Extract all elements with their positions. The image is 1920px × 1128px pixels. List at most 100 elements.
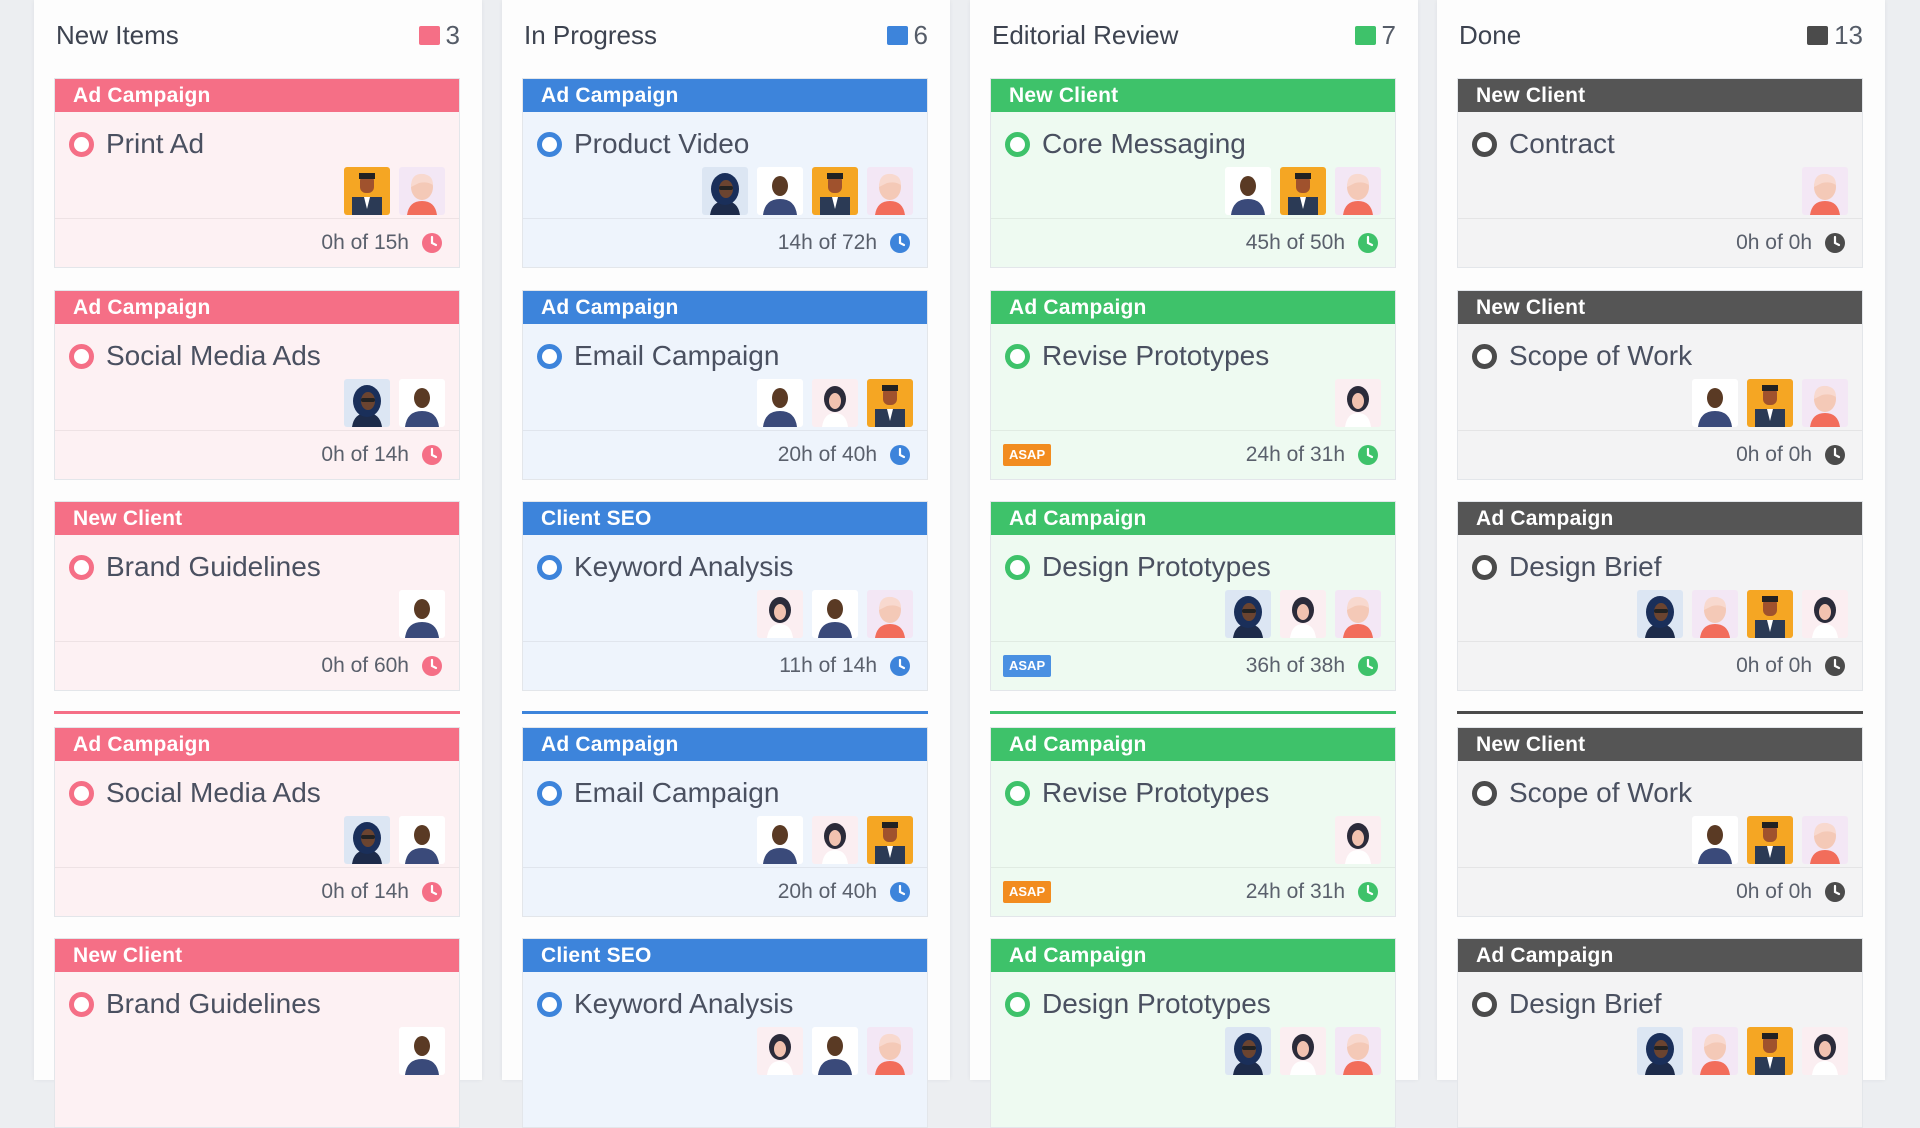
avatar[interactable] xyxy=(1335,590,1381,638)
avatar[interactable] xyxy=(1225,1027,1271,1075)
status-circle-icon[interactable] xyxy=(1472,343,1497,369)
task-card[interactable]: Client SEO Keyword Analysis 11h of 14h xyxy=(522,501,928,691)
avatar[interactable] xyxy=(812,590,858,638)
avatar[interactable] xyxy=(399,167,445,215)
avatar[interactable] xyxy=(867,167,913,215)
avatar[interactable] xyxy=(1335,1027,1381,1075)
avatar[interactable] xyxy=(1802,590,1848,638)
status-circle-icon[interactable] xyxy=(537,991,562,1017)
avatar[interactable] xyxy=(1637,590,1683,638)
avatar[interactable] xyxy=(867,379,913,427)
avatar[interactable] xyxy=(399,816,445,864)
avatar[interactable] xyxy=(757,1027,803,1075)
task-card[interactable]: Client SEO Keyword Analysis xyxy=(522,938,928,1128)
clock-icon[interactable] xyxy=(889,881,911,903)
clock-icon[interactable] xyxy=(421,655,443,677)
status-circle-icon[interactable] xyxy=(537,554,562,580)
avatar[interactable] xyxy=(1747,816,1793,864)
task-card[interactable]: Ad Campaign Social Media Ads 0h of 14h xyxy=(54,727,460,917)
avatar[interactable] xyxy=(1280,1027,1326,1075)
avatar[interactable] xyxy=(867,590,913,638)
avatar[interactable] xyxy=(812,167,858,215)
avatar[interactable] xyxy=(1747,590,1793,638)
avatar[interactable] xyxy=(812,1027,858,1075)
clock-icon[interactable] xyxy=(889,655,911,677)
avatar[interactable] xyxy=(1802,167,1848,215)
task-card[interactable]: Ad Campaign Email Campaign 20h of 40h xyxy=(522,727,928,917)
avatar[interactable] xyxy=(1335,816,1381,864)
avatar[interactable] xyxy=(702,167,748,215)
status-circle-icon[interactable] xyxy=(69,131,94,157)
status-circle-icon[interactable] xyxy=(1472,131,1497,157)
clock-icon[interactable] xyxy=(889,232,911,254)
status-circle-icon[interactable] xyxy=(69,554,94,580)
avatar[interactable] xyxy=(1747,1027,1793,1075)
task-card[interactable]: New Client Brand Guidelines 0h of 60h xyxy=(54,501,460,691)
clock-icon[interactable] xyxy=(1357,232,1379,254)
avatar[interactable] xyxy=(344,167,390,215)
avatar[interactable] xyxy=(1225,590,1271,638)
avatar[interactable] xyxy=(1747,379,1793,427)
avatar[interactable] xyxy=(1280,590,1326,638)
clock-icon[interactable] xyxy=(1824,444,1846,466)
task-card[interactable]: Ad Campaign Email Campaign 20h of 40h xyxy=(522,290,928,480)
avatar[interactable] xyxy=(399,1027,445,1075)
task-card[interactable]: Ad Campaign Design Prototypes xyxy=(990,938,1396,1128)
clock-icon[interactable] xyxy=(1357,881,1379,903)
clock-icon[interactable] xyxy=(421,232,443,254)
status-circle-icon[interactable] xyxy=(537,780,562,806)
avatar[interactable] xyxy=(1225,167,1271,215)
status-circle-icon[interactable] xyxy=(69,991,94,1017)
avatar[interactable] xyxy=(867,816,913,864)
clock-icon[interactable] xyxy=(421,881,443,903)
clock-icon[interactable] xyxy=(889,444,911,466)
clock-icon[interactable] xyxy=(1824,881,1846,903)
task-card[interactable]: Ad Campaign Design Brief 0h of 0h xyxy=(1457,501,1863,691)
avatar[interactable] xyxy=(399,379,445,427)
task-card[interactable]: Ad Campaign Revise Prototypes ASAP 24h of… xyxy=(990,290,1396,480)
avatar[interactable] xyxy=(1802,1027,1848,1075)
avatar[interactable] xyxy=(1335,379,1381,427)
status-circle-icon[interactable] xyxy=(69,780,94,806)
task-card[interactable]: Ad Campaign Design Brief xyxy=(1457,938,1863,1128)
avatar[interactable] xyxy=(1692,816,1738,864)
status-circle-icon[interactable] xyxy=(1005,780,1030,806)
avatar[interactable] xyxy=(344,379,390,427)
task-card[interactable]: New Client Core Messaging 45h of 50h xyxy=(990,78,1396,268)
status-circle-icon[interactable] xyxy=(1472,554,1497,580)
task-card[interactable]: Ad Campaign Social Media Ads 0h of 14h xyxy=(54,290,460,480)
avatar[interactable] xyxy=(1692,379,1738,427)
task-card[interactable]: New Client Scope of Work 0h of 0h xyxy=(1457,727,1863,917)
status-circle-icon[interactable] xyxy=(1005,554,1030,580)
avatar[interactable] xyxy=(812,816,858,864)
status-circle-icon[interactable] xyxy=(69,343,94,369)
avatar[interactable] xyxy=(1637,1027,1683,1075)
status-circle-icon[interactable] xyxy=(1472,780,1497,806)
avatar[interactable] xyxy=(757,816,803,864)
clock-icon[interactable] xyxy=(421,444,443,466)
avatar[interactable] xyxy=(812,379,858,427)
avatar[interactable] xyxy=(1802,379,1848,427)
avatar[interactable] xyxy=(1802,816,1848,864)
status-circle-icon[interactable] xyxy=(1005,343,1030,369)
avatar[interactable] xyxy=(1692,1027,1738,1075)
status-circle-icon[interactable] xyxy=(1005,991,1030,1017)
task-card[interactable]: New Client Contract 0h of 0h xyxy=(1457,78,1863,268)
avatar[interactable] xyxy=(344,816,390,864)
avatar[interactable] xyxy=(867,1027,913,1075)
avatar[interactable] xyxy=(1335,167,1381,215)
avatar[interactable] xyxy=(399,590,445,638)
avatar[interactable] xyxy=(1280,167,1326,215)
status-circle-icon[interactable] xyxy=(537,131,562,157)
status-circle-icon[interactable] xyxy=(1005,131,1030,157)
clock-icon[interactable] xyxy=(1357,655,1379,677)
avatar[interactable] xyxy=(757,379,803,427)
task-card[interactable]: New Client Scope of Work 0h of 0h xyxy=(1457,290,1863,480)
status-circle-icon[interactable] xyxy=(1472,991,1497,1017)
task-card[interactable]: New Client Brand Guidelines xyxy=(54,938,460,1128)
clock-icon[interactable] xyxy=(1824,232,1846,254)
task-card[interactable]: Ad Campaign Design Prototypes ASAP 36h of… xyxy=(990,501,1396,691)
task-card[interactable]: Ad Campaign Print Ad 0h of 15h xyxy=(54,78,460,268)
avatar[interactable] xyxy=(1692,590,1738,638)
avatar[interactable] xyxy=(757,590,803,638)
